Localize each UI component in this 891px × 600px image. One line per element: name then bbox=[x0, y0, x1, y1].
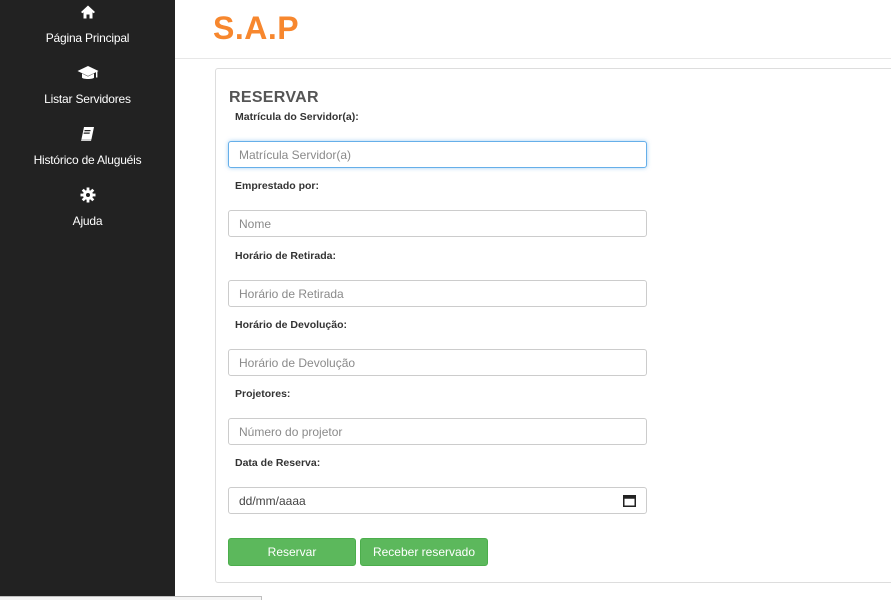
gear-icon bbox=[0, 187, 175, 205]
home-icon bbox=[0, 4, 175, 22]
top-navbar: S.A.P bbox=[175, 0, 891, 59]
brand-logo[interactable]: S.A.P bbox=[213, 10, 299, 47]
projetores-label: Projetores: bbox=[235, 388, 291, 400]
sidebar-item-listar-servidores[interactable]: Listar Servidores bbox=[0, 65, 175, 106]
reserve-button[interactable]: Reservar bbox=[228, 538, 356, 566]
book-icon bbox=[0, 126, 175, 144]
page-title: RESERVAR bbox=[229, 89, 319, 106]
emprestado-label: Emprestado por: bbox=[235, 180, 320, 192]
sidebar: Página Principal Listar Servidores Histó… bbox=[0, 0, 175, 600]
sidebar-item-label: Histórico de Aluguéis bbox=[33, 153, 142, 167]
devolucao-label: Horário de Devolução: bbox=[235, 319, 348, 331]
sidebar-item-label: Página Principal bbox=[45, 31, 130, 45]
receive-reserved-button[interactable]: Receber reservado bbox=[360, 538, 488, 566]
sidebar-item-historico-de-alugueis[interactable]: Histórico de Aluguéis bbox=[0, 126, 175, 167]
sidebar-item-label: Listar Servidores bbox=[44, 92, 131, 106]
matricula-label: Matrícula do Servidor(a): bbox=[235, 111, 359, 123]
reservation-panel: RESERVAR Matrícula do Servidor(a): Empre… bbox=[215, 68, 891, 583]
matricula-input[interactable] bbox=[228, 141, 647, 168]
bottom-strip bbox=[0, 596, 262, 600]
graduation-cap-icon bbox=[0, 65, 175, 83]
data-reserva-label: Data de Reserva: bbox=[235, 457, 321, 469]
data-reserva-input[interactable]: dd/mm/aaaa bbox=[228, 487, 647, 514]
date-placeholder: dd/mm/aaaa bbox=[239, 493, 306, 508]
horario-retirada-input[interactable] bbox=[228, 280, 647, 307]
projetor-input[interactable] bbox=[228, 418, 647, 445]
sidebar-item-pagina-principal[interactable]: Página Principal bbox=[0, 4, 175, 45]
sidebar-item-label: Ajuda bbox=[72, 214, 103, 228]
nome-input[interactable] bbox=[228, 210, 647, 237]
calendar-icon[interactable] bbox=[623, 494, 636, 507]
sidebar-item-ajuda[interactable]: Ajuda bbox=[0, 187, 175, 228]
retirada-label: Horário de Retirada: bbox=[235, 250, 336, 262]
horario-devolucao-input[interactable] bbox=[228, 349, 647, 376]
